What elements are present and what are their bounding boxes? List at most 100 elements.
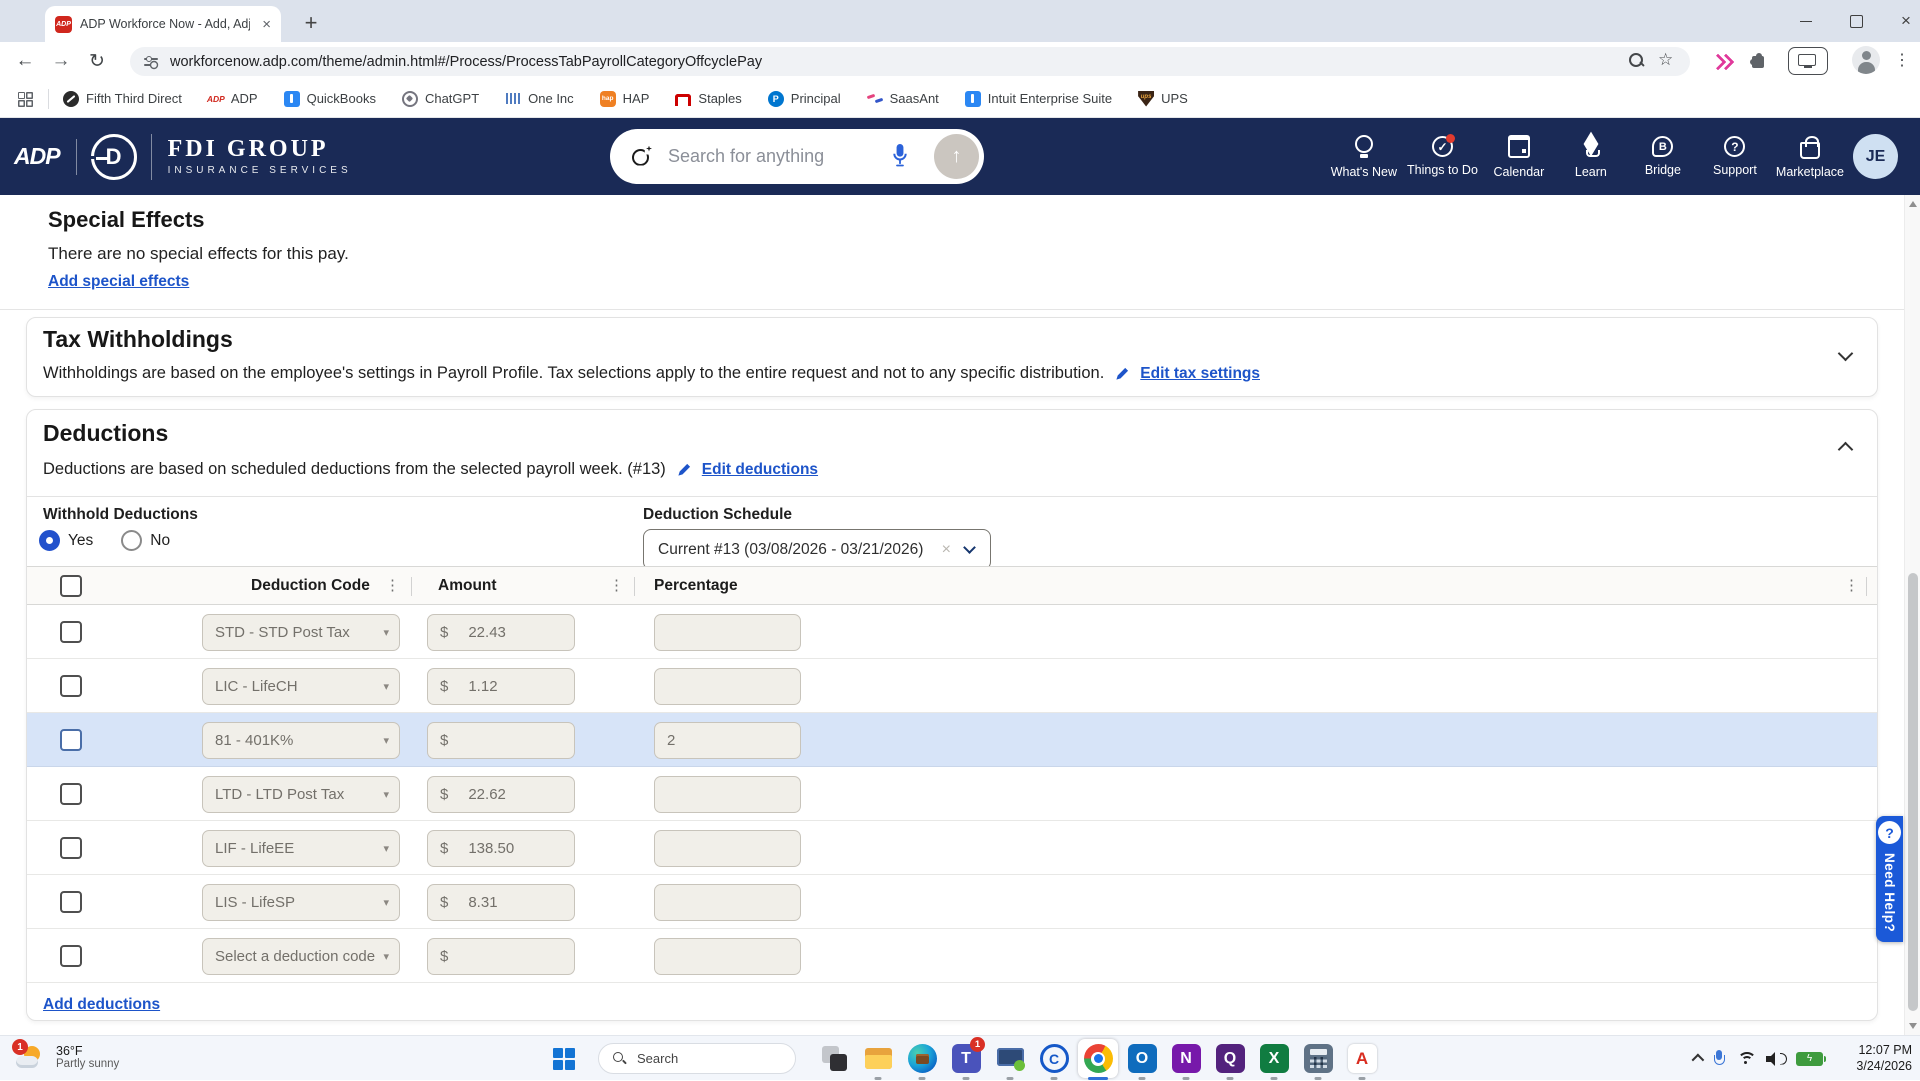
reload-button[interactable]: ↻ <box>80 42 114 80</box>
taskbar-app[interactable] <box>1076 1036 1120 1081</box>
amount-input[interactable]: $ <box>427 938 575 975</box>
row-checkbox[interactable] <box>60 675 82 697</box>
taskbar-app[interactable] <box>1032 1036 1076 1081</box>
taskbar-app[interactable] <box>1120 1036 1164 1081</box>
percentage-input[interactable] <box>654 830 801 867</box>
global-search-bar[interactable]: Search for anything ↑ <box>610 129 984 184</box>
add-deductions-link[interactable]: Add deductions <box>43 996 160 1014</box>
row-checkbox[interactable] <box>60 891 82 913</box>
scrollbar-thumb[interactable] <box>1908 573 1918 1011</box>
column-menu-icon[interactable]: ⋮ <box>609 567 624 605</box>
amount-input[interactable]: $ 22.62 <box>427 776 575 813</box>
deduction-code-select[interactable]: LIC - LifeCH ▾ <box>202 668 400 705</box>
amount-input[interactable]: $ 22.43 <box>427 614 575 651</box>
deduction-code-select[interactable]: Select a deduction code ▾ <box>202 938 400 975</box>
scroll-up-arrow[interactable] <box>1909 201 1917 207</box>
column-menu-icon[interactable]: ⋮ <box>1844 567 1859 605</box>
select-all-checkbox[interactable] <box>60 575 82 597</box>
browser-profile-avatar[interactable] <box>1852 46 1880 74</box>
extension-icon[interactable] <box>1712 54 1732 68</box>
bookmark-item[interactable]: ADP <box>208 91 258 107</box>
deduction-code-select[interactable]: STD - STD Post Tax ▾ <box>202 614 400 651</box>
apps-grid-icon[interactable] <box>18 91 32 106</box>
header-nav-item[interactable]: What's New <box>1331 118 1397 195</box>
radio-option[interactable]: Yes <box>39 530 93 551</box>
taskbar-app[interactable] <box>812 1036 856 1081</box>
bookmark-item[interactable]: UPS <box>1138 90 1188 107</box>
amount-input[interactable]: $ 1.12 <box>427 668 575 705</box>
taskbar-app[interactable] <box>1296 1036 1340 1081</box>
amount-input[interactable]: $ <box>427 722 575 759</box>
browser-tab[interactable]: ADP ADP Workforce Now - Add, Adj × <box>45 6 281 42</box>
taskbar-app[interactable] <box>1252 1036 1296 1081</box>
bookmark-item[interactable]: One Inc <box>505 91 574 107</box>
new-tab-button[interactable]: + <box>296 8 326 38</box>
bookmark-item[interactable]: ChatGPT <box>401 90 479 107</box>
amount-input[interactable]: $ 138.50 <box>427 830 575 867</box>
header-nav-item[interactable]: Things to Do <box>1407 118 1478 195</box>
percentage-input[interactable] <box>654 614 801 651</box>
row-checkbox[interactable] <box>60 783 82 805</box>
zoom-icon[interactable] <box>1628 52 1646 70</box>
window-minimize-button[interactable] <box>1790 6 1822 36</box>
window-close-button[interactable]: × <box>1890 6 1920 36</box>
tab-close-icon[interactable]: × <box>262 17 271 32</box>
wifi-icon[interactable] <box>1736 1052 1754 1066</box>
browser-menu-icon[interactable]: ⋮ <box>1894 50 1910 70</box>
back-button[interactable]: ← <box>8 42 42 80</box>
deduction-code-select[interactable]: LIF - LifeEE ▾ <box>202 830 400 867</box>
radio-option[interactable]: No <box>121 530 170 551</box>
percentage-input[interactable] <box>654 938 801 975</box>
search-submit-button[interactable]: ↑ <box>934 134 979 179</box>
header-nav-item[interactable]: Marketplace <box>1776 118 1844 195</box>
taskbar-search[interactable]: Search <box>598 1043 796 1074</box>
header-nav-item[interactable]: Calendar <box>1488 118 1550 195</box>
scrollbar[interactable] <box>1904 195 1920 1035</box>
bookmark-item[interactable]: QuickBooks <box>283 90 376 107</box>
chevron-down-icon[interactable] <box>963 541 976 554</box>
site-info-icon[interactable] <box>144 55 158 68</box>
edit-deductions-link[interactable]: Edit deductions <box>702 461 818 479</box>
bookmark-item[interactable]: Staples <box>675 91 741 107</box>
deduction-code-select[interactable]: LIS - LifeSP ▾ <box>202 884 400 921</box>
chevron-up-icon[interactable] <box>1837 441 1854 458</box>
row-checkbox[interactable] <box>60 945 82 967</box>
header-nav-item[interactable]: Bridge <box>1632 118 1694 195</box>
forward-button[interactable]: → <box>44 42 78 80</box>
taskbar-app[interactable]: 1 <box>944 1036 988 1081</box>
taskbar-app[interactable] <box>900 1036 944 1081</box>
radio-icon[interactable] <box>39 530 60 551</box>
need-help-tab[interactable]: ? Need Help? <box>1876 816 1903 942</box>
taskbar-app[interactable] <box>1340 1036 1384 1081</box>
bookmark-item[interactable]: Intuit Enterprise Suite <box>964 90 1112 107</box>
tray-mic-icon[interactable] <box>1713 1049 1725 1068</box>
user-avatar[interactable]: JE <box>1853 134 1898 179</box>
header-nav-item[interactable]: Support <box>1704 118 1766 195</box>
scroll-down-arrow[interactable] <box>1909 1023 1917 1029</box>
percentage-input[interactable]: 2 <box>654 722 801 759</box>
mic-icon[interactable] <box>892 144 908 168</box>
taskbar-app[interactable] <box>856 1036 900 1081</box>
bookmark-star-icon[interactable]: ☆ <box>1658 50 1673 70</box>
start-button[interactable] <box>553 1048 575 1070</box>
percentage-input[interactable] <box>654 776 801 813</box>
bookmark-item[interactable]: Principal <box>767 90 841 107</box>
percentage-input[interactable] <box>654 668 801 705</box>
battery-icon[interactable]: ϟ <box>1796 1051 1826 1066</box>
speaker-icon[interactable] <box>1766 1051 1787 1066</box>
address-bar[interactable]: workforcenow.adp.com/theme/admin.html#/P… <box>130 47 1690 76</box>
taskbar-app[interactable] <box>1208 1036 1252 1081</box>
window-maximize-button[interactable] <box>1840 6 1872 36</box>
header-nav-item[interactable]: Learn <box>1560 118 1622 195</box>
row-checkbox[interactable] <box>60 621 82 643</box>
percentage-input[interactable] <box>654 884 801 921</box>
column-menu-icon[interactable]: ⋮ <box>385 567 400 605</box>
edit-tax-settings-link[interactable]: Edit tax settings <box>1140 365 1260 383</box>
clear-icon[interactable]: × <box>942 541 951 559</box>
taskbar-app[interactable] <box>988 1036 1032 1081</box>
bookmark-item[interactable]: SaasAnt <box>867 91 939 107</box>
deduction-schedule-select[interactable]: Current #13 (03/08/2026 - 03/21/2026) × <box>643 529 991 570</box>
extensions-puzzle-icon[interactable] <box>1750 53 1765 68</box>
bookmark-item[interactable]: HAP <box>599 90 649 107</box>
chevron-down-icon[interactable] <box>1837 345 1854 362</box>
